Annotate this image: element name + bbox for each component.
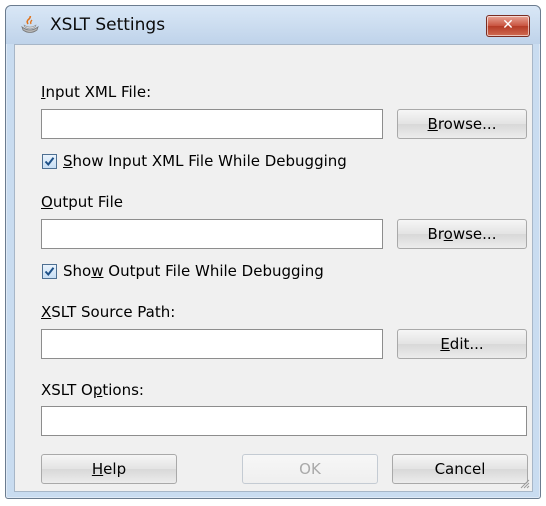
checkbox[interactable]: [42, 263, 57, 279]
java-cup-icon: [19, 14, 41, 36]
checkbox-check-icon: [44, 266, 55, 276]
show-input-xml-label: Show Input XML File While Debugging: [63, 152, 347, 170]
window-title: XSLT Settings: [50, 15, 166, 35]
checkbox[interactable]: [42, 153, 57, 169]
xslt-options-label: XSLT Options:: [41, 381, 144, 399]
output-file-browse-button[interactable]: Browse...: [397, 219, 527, 249]
dialog-body: Input XML File: Browse... Show Input XML…: [14, 44, 533, 492]
input-xml-browse-button[interactable]: Browse...: [397, 109, 527, 139]
resize-grip-icon[interactable]: [518, 477, 530, 489]
help-button[interactable]: Help: [41, 454, 177, 484]
ok-button[interactable]: OK: [242, 454, 378, 484]
close-icon: ✕: [502, 17, 514, 33]
close-button[interactable]: ✕: [486, 15, 530, 37]
show-input-xml-checkbox[interactable]: Show Input XML File While Debugging: [42, 152, 347, 170]
input-xml-label: Input XML File:: [41, 83, 152, 101]
xslt-source-path-label: XSLT Source Path:: [41, 303, 176, 321]
output-file-label: Output File: [41, 193, 123, 211]
xslt-source-edit-button[interactable]: Edit...: [397, 329, 527, 359]
xslt-source-path-field[interactable]: [41, 329, 383, 359]
output-file-field[interactable]: [41, 219, 383, 249]
title-bar[interactable]: XSLT Settings ✕: [6, 6, 540, 44]
input-xml-field[interactable]: [41, 109, 383, 139]
xslt-settings-dialog: XSLT Settings ✕ Input XML File: Browse..…: [5, 5, 541, 499]
checkbox-check-icon: [44, 156, 55, 166]
cancel-button[interactable]: Cancel: [392, 454, 528, 484]
xslt-options-field[interactable]: [41, 406, 527, 436]
show-output-file-checkbox[interactable]: Show Output File While Debugging: [42, 262, 324, 280]
show-output-file-label: Show Output File While Debugging: [63, 262, 324, 280]
